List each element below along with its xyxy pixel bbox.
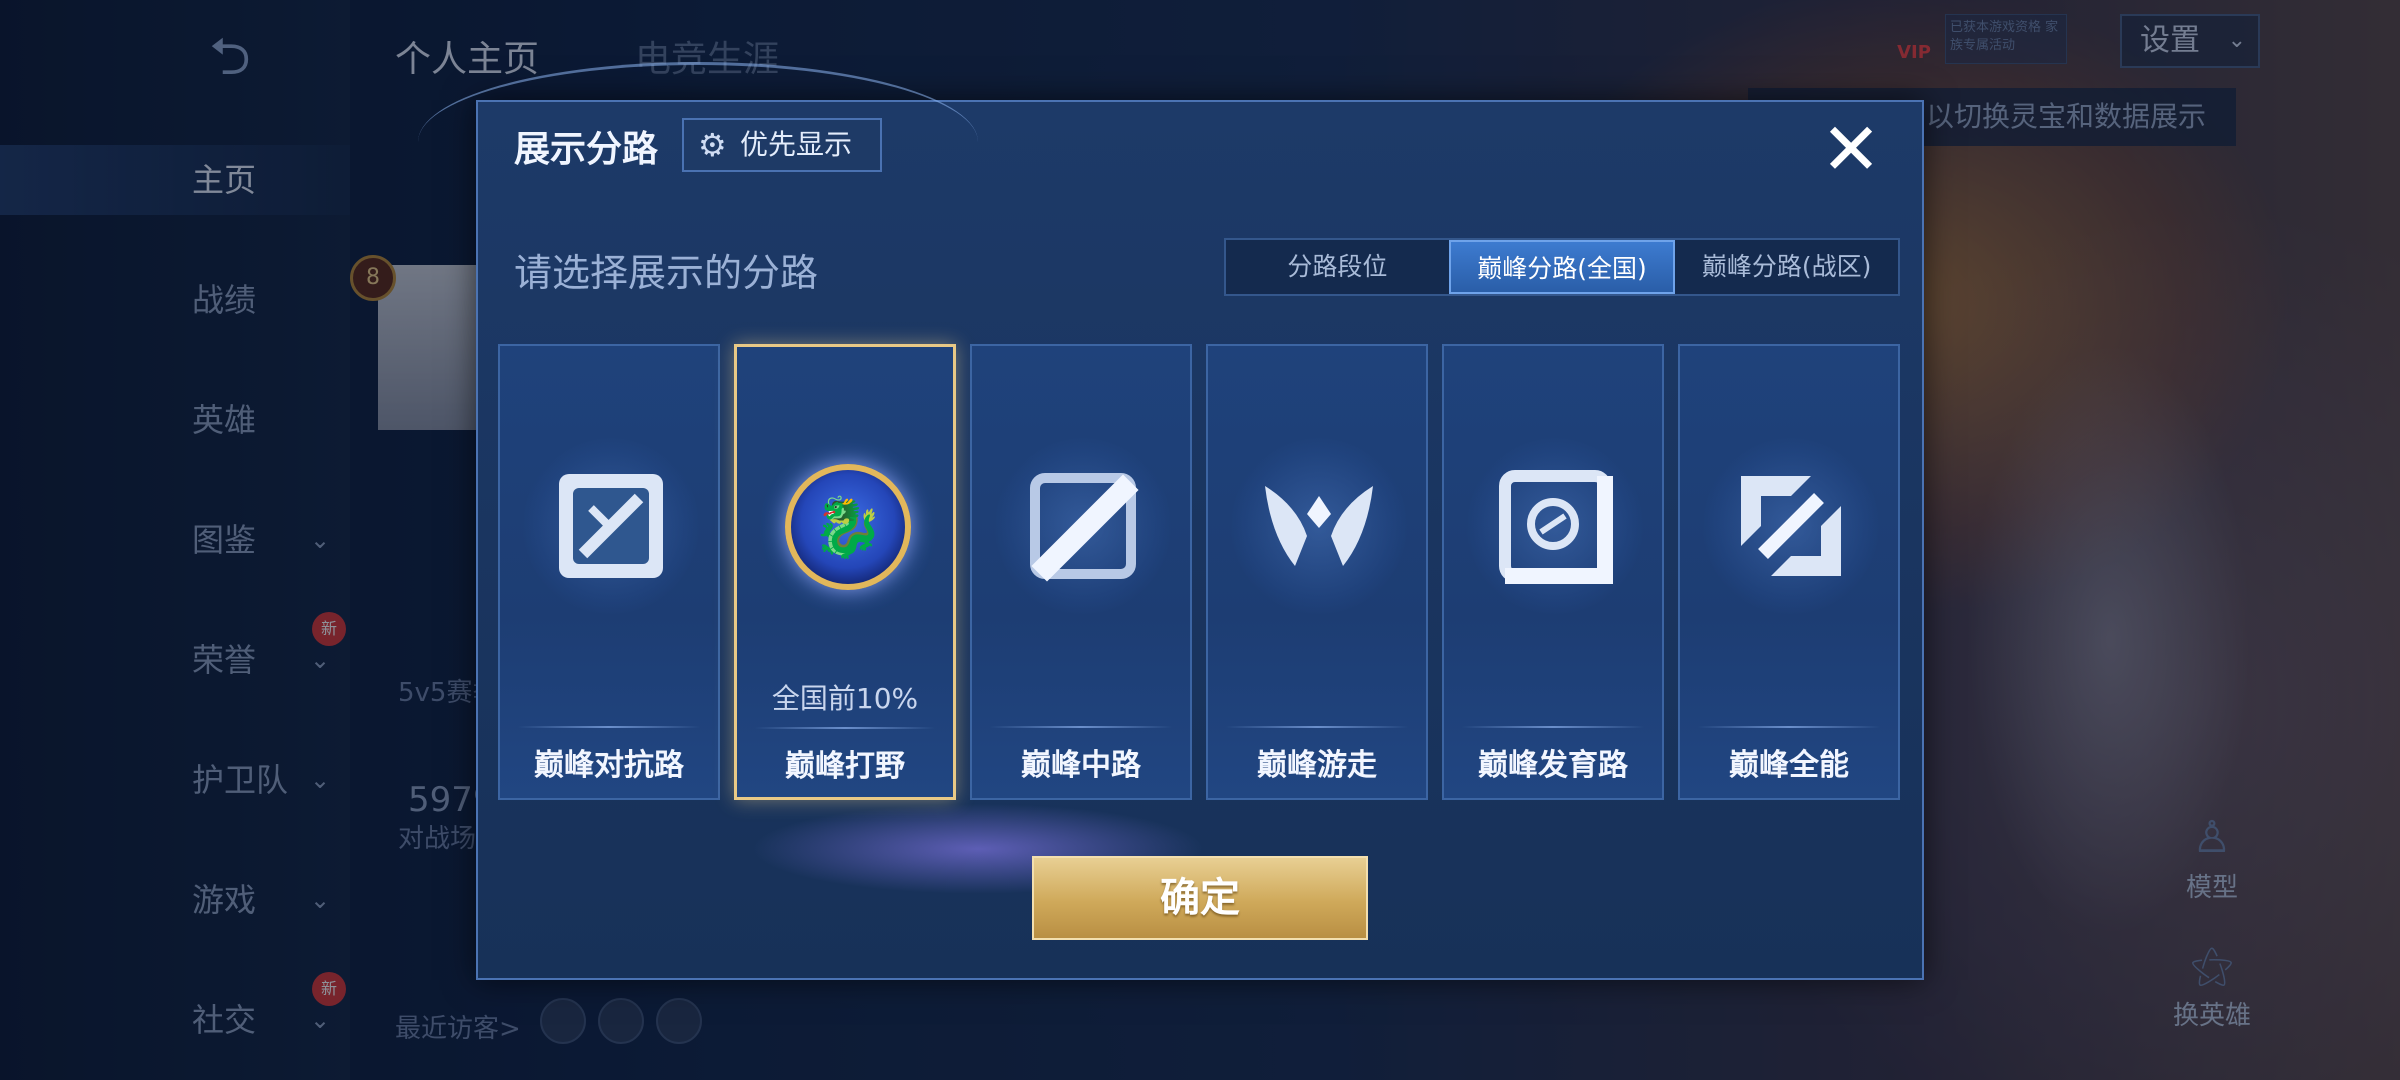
lane-rank-percent: 全国前10% <box>771 682 919 715</box>
lane-card-jungle[interactable]: 🐉 全国前10% 巅峰打野 <box>734 344 956 800</box>
tab-lane-rank[interactable]: 分路段位 <box>1226 240 1449 294</box>
dragon-badge-icon: 🐉 <box>783 462 913 592</box>
tab-peak-lane-national[interactable]: 巅峰分路(全国) <box>1448 240 1676 294</box>
dialog-title: 展示分路 <box>514 129 659 170</box>
lane-name: 巅峰发育路 <box>1478 748 1628 783</box>
card-divider <box>1698 726 1880 728</box>
lane-type-tabs: 分路段位 巅峰分路(全国) 巅峰分路(战区) <box>1224 238 1900 296</box>
priority-label: 优先显示 <box>740 128 853 161</box>
lane-cards: 巅峰对抗路 🐉 全国前10% 巅峰打野 巅峰中路 巅峰游走 巅峰发育路 巅峰全能 <box>498 344 1902 924</box>
close-icon[interactable]: ✕ <box>1816 113 1886 186</box>
card-divider <box>1226 726 1408 728</box>
lane-name: 巅峰打野 <box>785 749 905 784</box>
confirm-button[interactable]: 确定 <box>1032 856 1368 940</box>
section-label: 请选择展示的分路 <box>514 251 819 295</box>
lane-card-top[interactable]: 巅峰对抗路 <box>498 344 720 800</box>
card-divider <box>990 726 1172 728</box>
lane-name: 巅峰游走 <box>1257 748 1377 783</box>
diagonal-slash-icon <box>1018 461 1148 591</box>
card-divider <box>1462 726 1644 728</box>
all-round-icon <box>1726 461 1856 591</box>
lane-name: 巅峰对抗路 <box>534 748 684 783</box>
lane-name: 巅峰全能 <box>1729 748 1849 783</box>
lane-name: 巅峰中路 <box>1021 748 1141 783</box>
card-divider <box>755 727 935 729</box>
target-square-icon <box>1490 461 1620 591</box>
lane-card-adc[interactable]: 巅峰发育路 <box>1442 344 1664 800</box>
lane-card-roam[interactable]: 巅峰游走 <box>1206 344 1428 800</box>
gear-icon: ⚙ <box>698 126 727 164</box>
wings-icon <box>1254 461 1384 591</box>
lane-card-mid[interactable]: 巅峰中路 <box>970 344 1192 800</box>
card-divider <box>518 726 700 728</box>
lane-card-all[interactable]: 巅峰全能 <box>1678 344 1900 800</box>
lane-display-dialog: 展示分路 ⚙ 优先显示 ✕ 请选择展示的分路 分路段位 巅峰分路(全国) 巅峰分… <box>418 62 1924 980</box>
priority-display-button[interactable]: ⚙ 优先显示 <box>682 118 882 172</box>
crossed-swords-icon <box>546 461 676 591</box>
tab-peak-lane-region[interactable]: 巅峰分路(战区) <box>1675 240 1898 294</box>
